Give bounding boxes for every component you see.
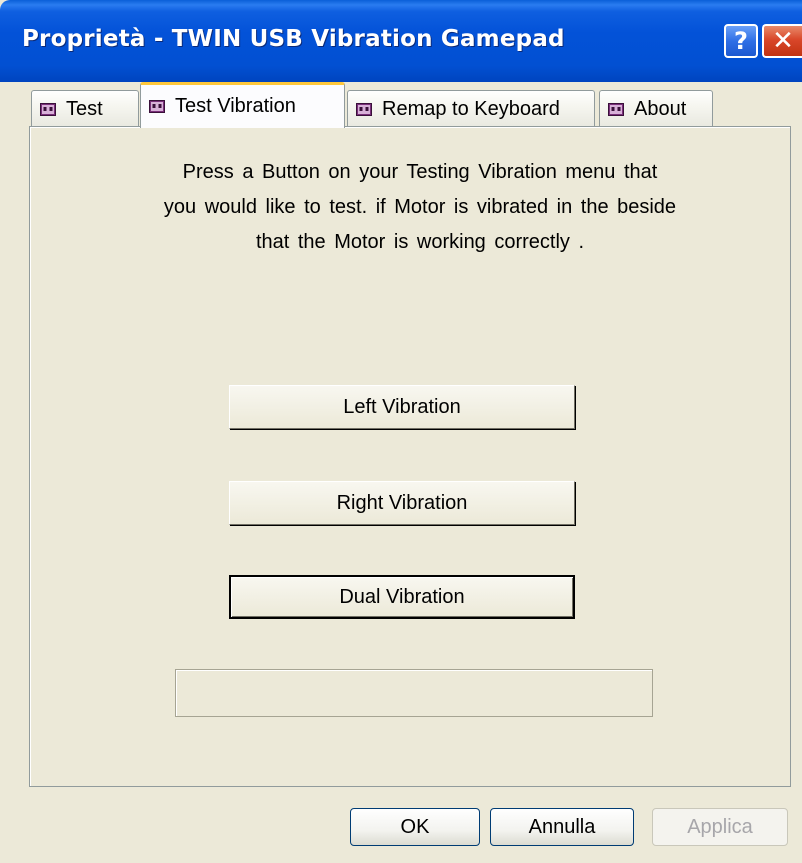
gamepad-icon	[608, 103, 624, 116]
gamepad-icon	[356, 103, 372, 116]
close-icon: ✕	[772, 26, 794, 56]
gamepad-icon	[149, 100, 165, 113]
help-button[interactable]: ?	[724, 24, 758, 58]
instructions-line: that the Motor is working correctly .	[255, 231, 585, 253]
tab-test-vibration[interactable]: Test Vibration	[140, 82, 345, 128]
window-title: Proprietà - TWIN USB Vibration Gamepad	[22, 26, 565, 52]
tab-strip: Test Test Vibration Remap to Keyboard Ab…	[0, 82, 802, 132]
test-vibration-panel: Press a Button on your Testing Vibration…	[29, 126, 791, 787]
instructions-line: you would like to test. if Motor is vibr…	[163, 196, 677, 218]
dual-vibration-button[interactable]: Dual Vibration	[229, 575, 575, 619]
left-vibration-button[interactable]: Left Vibration	[229, 385, 575, 429]
gamepad-icon	[40, 103, 56, 116]
status-box	[175, 669, 653, 717]
instructions-line: Press a Button on your Testing Vibration…	[182, 161, 658, 183]
right-vibration-button[interactable]: Right Vibration	[229, 481, 575, 525]
close-button[interactable]: ✕	[762, 24, 802, 58]
tab-label: Test	[66, 98, 103, 120]
tab-label: Test Vibration	[175, 95, 296, 117]
tab-remap-to-keyboard[interactable]: Remap to Keyboard	[347, 90, 595, 128]
ok-button[interactable]: OK	[350, 808, 480, 846]
apply-button[interactable]: Applica	[652, 808, 788, 846]
title-bar[interactable]: Proprietà - TWIN USB Vibration Gamepad ?…	[0, 0, 802, 82]
help-icon: ?	[734, 27, 748, 55]
instructions-text: Press a Button on your Testing Vibration…	[110, 155, 730, 260]
tab-about[interactable]: About	[599, 90, 713, 128]
tab-label: About	[634, 98, 687, 120]
cancel-button[interactable]: Annulla	[490, 808, 634, 846]
tab-label: Remap to Keyboard	[382, 98, 560, 120]
properties-dialog: Proprietà - TWIN USB Vibration Gamepad ?…	[0, 0, 802, 863]
tab-test[interactable]: Test	[31, 90, 139, 128]
